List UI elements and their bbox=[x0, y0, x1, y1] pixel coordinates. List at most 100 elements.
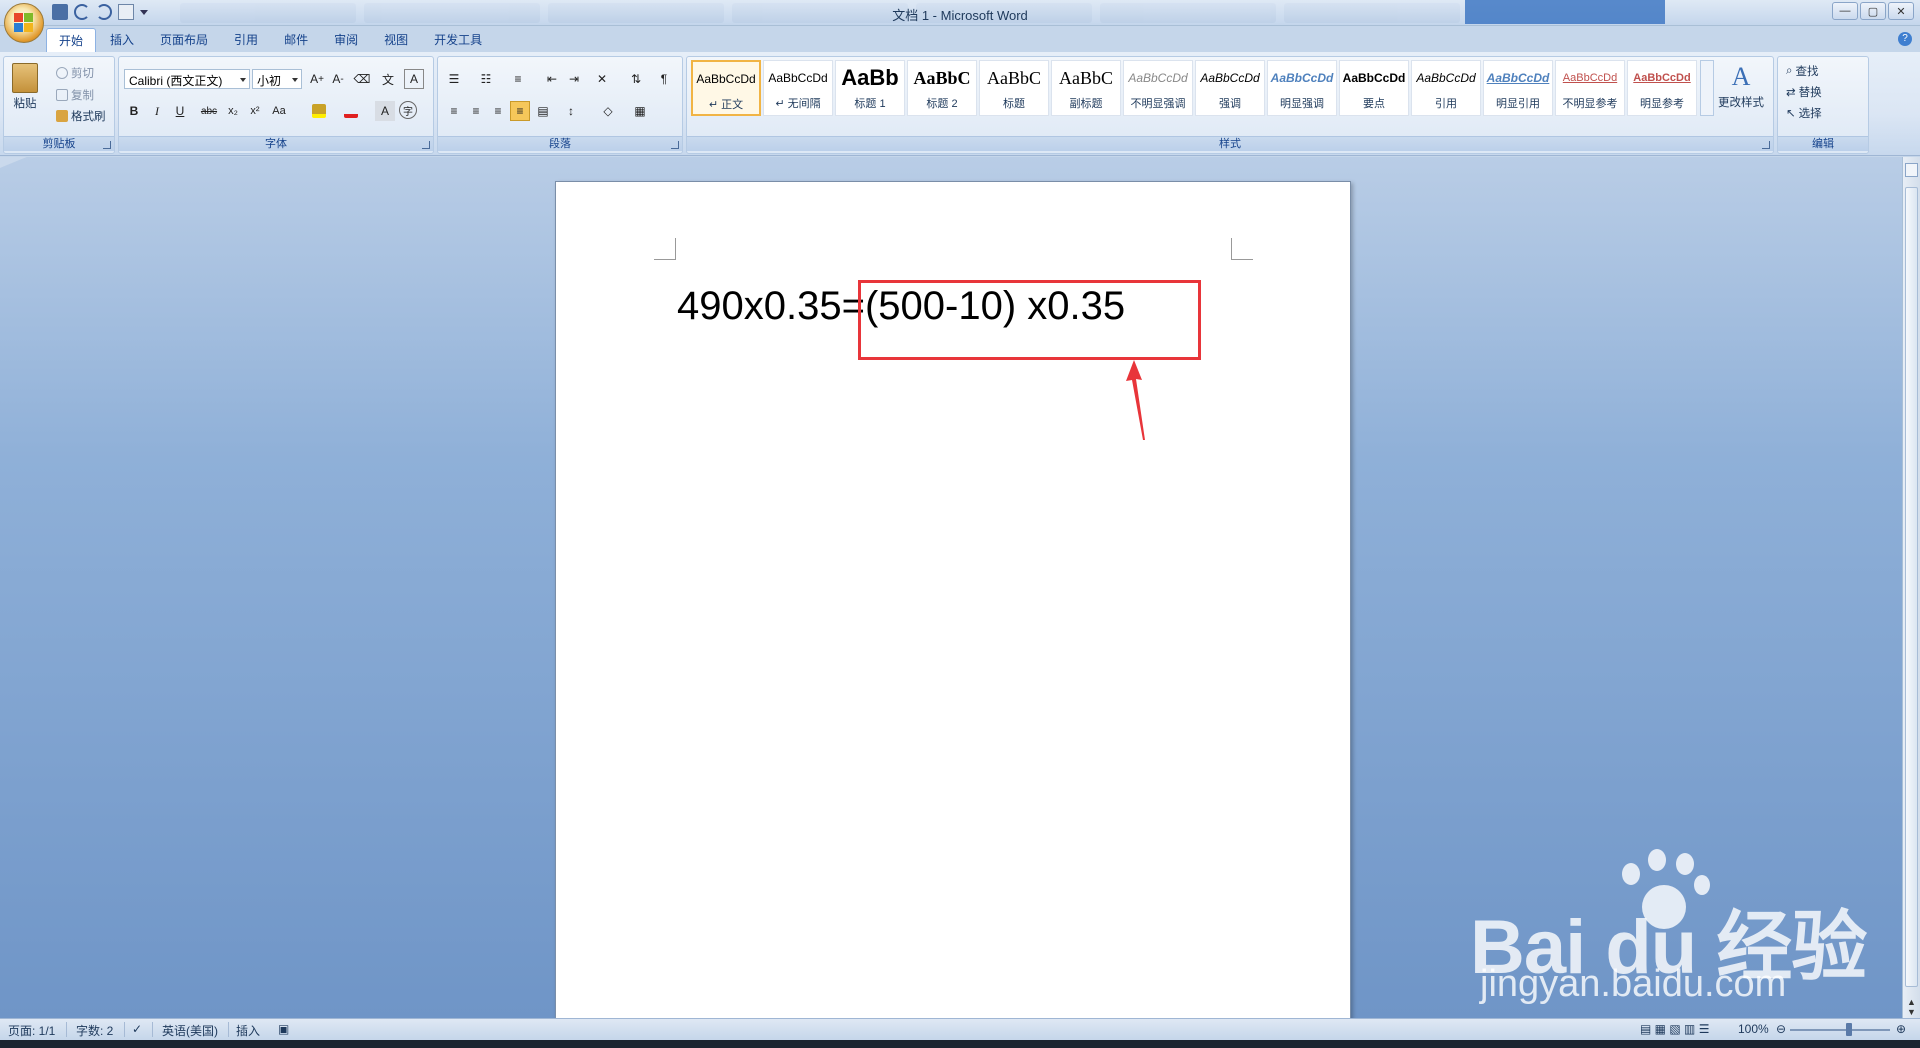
style-intense-quote[interactable]: AaBbCcDd 明显引用 bbox=[1483, 60, 1553, 116]
style-intense-emphasis[interactable]: AaBbCcDd 明显强调 bbox=[1267, 60, 1337, 116]
clear-format-button[interactable]: ⌫ bbox=[352, 69, 372, 89]
styles-launcher-icon[interactable] bbox=[1762, 141, 1770, 149]
char-border-button[interactable]: A bbox=[404, 69, 424, 89]
ruler-toggle-icon[interactable] bbox=[1905, 163, 1918, 177]
shading-icon[interactable]: ◇ bbox=[598, 101, 618, 121]
find-button[interactable]: ⌕ 查找 bbox=[1786, 63, 1818, 79]
style-strong[interactable]: AaBbCcDd 要点 bbox=[1339, 60, 1409, 116]
zoom-slider[interactable] bbox=[1790, 1029, 1890, 1031]
change-case-button[interactable]: Aa bbox=[269, 101, 289, 121]
chinese-layout-icon[interactable]: ✕ bbox=[592, 69, 612, 89]
increase-indent-icon[interactable]: ⇥ bbox=[564, 69, 584, 89]
zoom-slider-knob[interactable] bbox=[1846, 1023, 1852, 1036]
align-left-icon[interactable]: ≡ bbox=[444, 101, 464, 121]
style-subtle-reference[interactable]: AaBbCcDd 不明显参考 bbox=[1555, 60, 1625, 116]
subscript-button[interactable]: x₂ bbox=[223, 101, 243, 121]
style-title[interactable]: AaBbC 标题 bbox=[979, 60, 1049, 116]
show-marks-icon[interactable]: ¶ bbox=[654, 69, 674, 89]
underline-button[interactable]: U bbox=[170, 101, 190, 121]
cut-button[interactable]: 剪切 bbox=[56, 65, 94, 81]
language[interactable]: 英语(美国) bbox=[162, 1022, 218, 1039]
help-icon[interactable]: ? bbox=[1898, 32, 1912, 46]
tab-view[interactable]: 视图 bbox=[372, 28, 420, 53]
format-painter-button[interactable]: 格式刷 bbox=[56, 108, 106, 124]
view-buttons[interactable]: ▤ ▦ ▧ ▥ ☰ bbox=[1640, 1022, 1709, 1036]
tab-insert[interactable]: 插入 bbox=[98, 28, 146, 53]
vertical-scrollbar[interactable]: ▲ ▼ bbox=[1902, 157, 1920, 1018]
style-subtle-emphasis[interactable]: AaBbCcDd 不明显强调 bbox=[1123, 60, 1193, 116]
strikethrough-button[interactable]: abc bbox=[199, 101, 219, 121]
tab-home[interactable]: 开始 bbox=[46, 28, 97, 53]
numbering-icon[interactable]: ☷ bbox=[476, 69, 496, 89]
style-name: 副标题 bbox=[1069, 98, 1103, 110]
tab-review[interactable]: 审阅 bbox=[322, 28, 370, 53]
next-page-icon[interactable]: ▼ bbox=[1906, 1007, 1917, 1018]
font-color-button[interactable] bbox=[341, 101, 361, 121]
grow-font-button[interactable]: A + bbox=[307, 69, 327, 89]
word-count[interactable]: 字数: 2 bbox=[76, 1022, 113, 1039]
style-no-spacing[interactable]: AaBbCcDd ↵ 无间隔 bbox=[763, 60, 833, 116]
style-quote[interactable]: AaBbCcDd 引用 bbox=[1411, 60, 1481, 116]
phonetic-guide-button[interactable]: 文 bbox=[378, 69, 398, 89]
bullets-icon[interactable]: ☰ bbox=[444, 69, 464, 89]
sort-icon[interactable]: ⇅ bbox=[626, 69, 646, 89]
tab-page-layout[interactable]: 页面布局 bbox=[148, 28, 220, 53]
distributed-icon[interactable]: ▤ bbox=[533, 101, 553, 121]
multilevel-list-icon[interactable]: ≡ bbox=[508, 69, 528, 89]
margin-corner-mark bbox=[654, 238, 676, 260]
style-normal[interactable]: AaBbCcDd ↵ 正文 bbox=[691, 60, 761, 116]
page-count[interactable]: 页面: 1/1 bbox=[8, 1022, 55, 1039]
decrease-indent-icon[interactable]: ⇤ bbox=[542, 69, 562, 89]
justify-icon[interactable]: ≡ bbox=[510, 101, 530, 121]
line-spacing-icon[interactable]: ↕ bbox=[561, 101, 581, 121]
bold-button[interactable]: B bbox=[124, 101, 144, 121]
zoom-in-icon[interactable]: ⊕ bbox=[1896, 1022, 1906, 1036]
minimize-button[interactable]: — bbox=[1832, 2, 1858, 20]
paste-label: 粘贴 bbox=[13, 98, 37, 110]
style-sample: AaBbCcDd bbox=[1562, 72, 1618, 84]
italic-button[interactable]: I bbox=[147, 101, 167, 121]
select-button[interactable]: ↖ 选择 bbox=[1786, 105, 1822, 121]
style-name: 标题 bbox=[1003, 98, 1025, 110]
change-styles-button[interactable]: A 更改样式 bbox=[1718, 62, 1764, 110]
paste-button[interactable]: 粘贴 bbox=[12, 63, 38, 111]
tab-mailings[interactable]: 邮件 bbox=[272, 28, 320, 53]
replace-button[interactable]: ⇄ 替换 bbox=[1786, 84, 1822, 100]
highlight-color-button[interactable] bbox=[309, 101, 329, 121]
superscript-button[interactable]: x² bbox=[245, 101, 265, 121]
office-button[interactable] bbox=[4, 3, 44, 43]
zoom-out-icon[interactable]: ⊖ bbox=[1776, 1022, 1786, 1036]
enclose-char-button[interactable]: 字 bbox=[399, 101, 417, 119]
proofing-icon[interactable]: ✓ bbox=[132, 1022, 142, 1036]
macro-record-icon[interactable]: ▣ bbox=[278, 1022, 289, 1036]
os-taskbar bbox=[0, 1040, 1920, 1048]
style-gallery-scroll[interactable] bbox=[1700, 60, 1714, 116]
window-title: 文档 1 - Microsoft Word bbox=[892, 8, 1028, 23]
style-emphasis[interactable]: AaBbCcDd 强调 bbox=[1195, 60, 1265, 116]
tab-references[interactable]: 引用 bbox=[222, 28, 270, 53]
paragraph-launcher-icon[interactable] bbox=[671, 141, 679, 149]
style-intense-reference[interactable]: AaBbCcDd 明显参考 bbox=[1627, 60, 1697, 116]
char-shading-button[interactable]: A bbox=[375, 101, 395, 121]
shrink-font-button[interactable]: A- bbox=[328, 69, 348, 89]
clipboard-launcher-icon[interactable] bbox=[103, 141, 111, 149]
document-page[interactable]: 490x0.35=(500-10) x0.35 bbox=[555, 181, 1351, 1018]
clipboard-group: 粘贴 剪切 复制 格式刷 剪贴板 bbox=[3, 56, 115, 154]
style-heading-1[interactable]: AaBb 标题 1 bbox=[835, 60, 905, 116]
style-subtitle[interactable]: AaBbC 副标题 bbox=[1051, 60, 1121, 116]
copy-button[interactable]: 复制 bbox=[56, 87, 94, 103]
style-heading-2[interactable]: AaBbC 标题 2 bbox=[907, 60, 977, 116]
close-button[interactable]: ✕ bbox=[1888, 2, 1914, 20]
font-size-combo[interactable]: 小初 bbox=[252, 69, 302, 89]
tab-developer[interactable]: 开发工具 bbox=[422, 28, 494, 53]
insert-mode[interactable]: 插入 bbox=[236, 1022, 260, 1039]
font-name-combo[interactable]: Calibri (西文正文) bbox=[124, 69, 250, 89]
status-separator bbox=[228, 1022, 229, 1037]
zoom-level[interactable]: 100% bbox=[1738, 1022, 1769, 1036]
scroll-thumb[interactable] bbox=[1905, 187, 1918, 987]
align-right-icon[interactable]: ≡ bbox=[488, 101, 508, 121]
borders-icon[interactable]: ▦ bbox=[630, 101, 650, 121]
maximize-button[interactable]: ▢ bbox=[1860, 2, 1886, 20]
align-center-icon[interactable]: ≡ bbox=[466, 101, 486, 121]
font-launcher-icon[interactable] bbox=[422, 141, 430, 149]
